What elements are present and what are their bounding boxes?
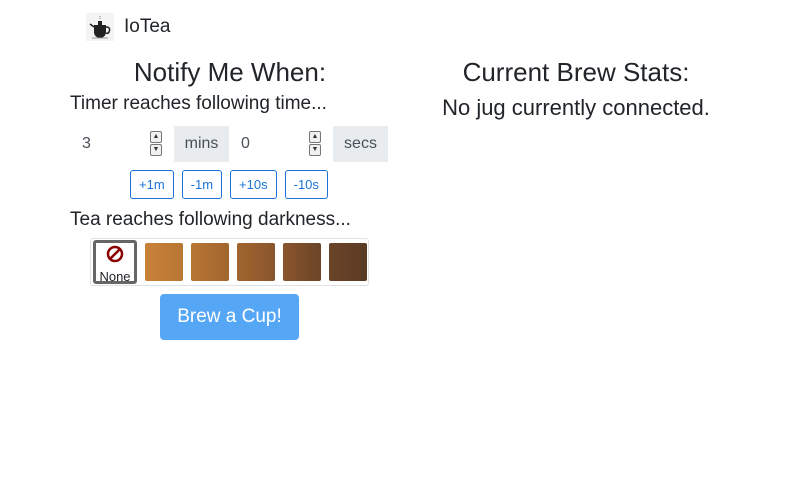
navbar: IoTea: [86, 12, 170, 42]
time-adjust-buttons: +1m -1m +10s -10s: [130, 170, 328, 199]
darkness-option-1[interactable]: [145, 243, 183, 281]
minutes-value: 3: [82, 135, 91, 152]
chevron-up-icon[interactable]: ▲: [150, 131, 162, 143]
darkness-label: Tea reaches following darkness...: [70, 209, 351, 230]
darkness-option-none[interactable]: None: [93, 240, 137, 284]
prohibited-icon: [106, 245, 124, 268]
darkness-option-4[interactable]: [283, 243, 321, 281]
darkness-option-5[interactable]: [329, 243, 367, 281]
chevron-down-icon[interactable]: ▼: [309, 144, 321, 156]
seconds-unit: secs: [333, 126, 388, 162]
stats-message: No jug currently connected.: [442, 95, 710, 120]
chevron-down-icon[interactable]: ▼: [150, 144, 162, 156]
subtract-ten-seconds-button[interactable]: -10s: [284, 170, 328, 199]
timer-label: Timer reaches following time...: [70, 93, 327, 114]
notify-panel: Notify Me When: Timer reaches following …: [70, 52, 390, 340]
add-minute-button[interactable]: +1m: [130, 170, 174, 199]
minutes-unit: mins: [174, 126, 229, 162]
darkness-option-3[interactable]: [237, 243, 275, 281]
subtract-minute-button[interactable]: -1m: [181, 170, 223, 199]
add-ten-seconds-button[interactable]: +10s: [230, 170, 277, 199]
timer-inputs: 3 ▲ ▼ mins 0 ▲ ▼ secs: [70, 126, 388, 162]
seconds-input[interactable]: 0 ▲ ▼: [229, 126, 333, 162]
darkness-option-2[interactable]: [191, 243, 229, 281]
minutes-spinner[interactable]: ▲ ▼: [150, 131, 162, 156]
none-label: None: [99, 269, 131, 284]
notify-title: Notify Me When:: [133, 57, 327, 87]
minutes-input[interactable]: 3 ▲ ▼: [70, 126, 174, 162]
seconds-value: 0: [241, 135, 250, 152]
brew-button[interactable]: Brew a Cup!: [160, 294, 299, 340]
teapot-icon[interactable]: [86, 13, 114, 41]
darkness-selector: None: [90, 238, 369, 286]
stats-title: Current Brew Stats:: [462, 57, 690, 87]
brand-name[interactable]: IoTea: [124, 16, 170, 38]
seconds-spinner[interactable]: ▲ ▼: [309, 131, 321, 156]
stats-panel: Current Brew Stats: No jug currently con…: [408, 52, 744, 122]
chevron-up-icon[interactable]: ▲: [309, 131, 321, 143]
